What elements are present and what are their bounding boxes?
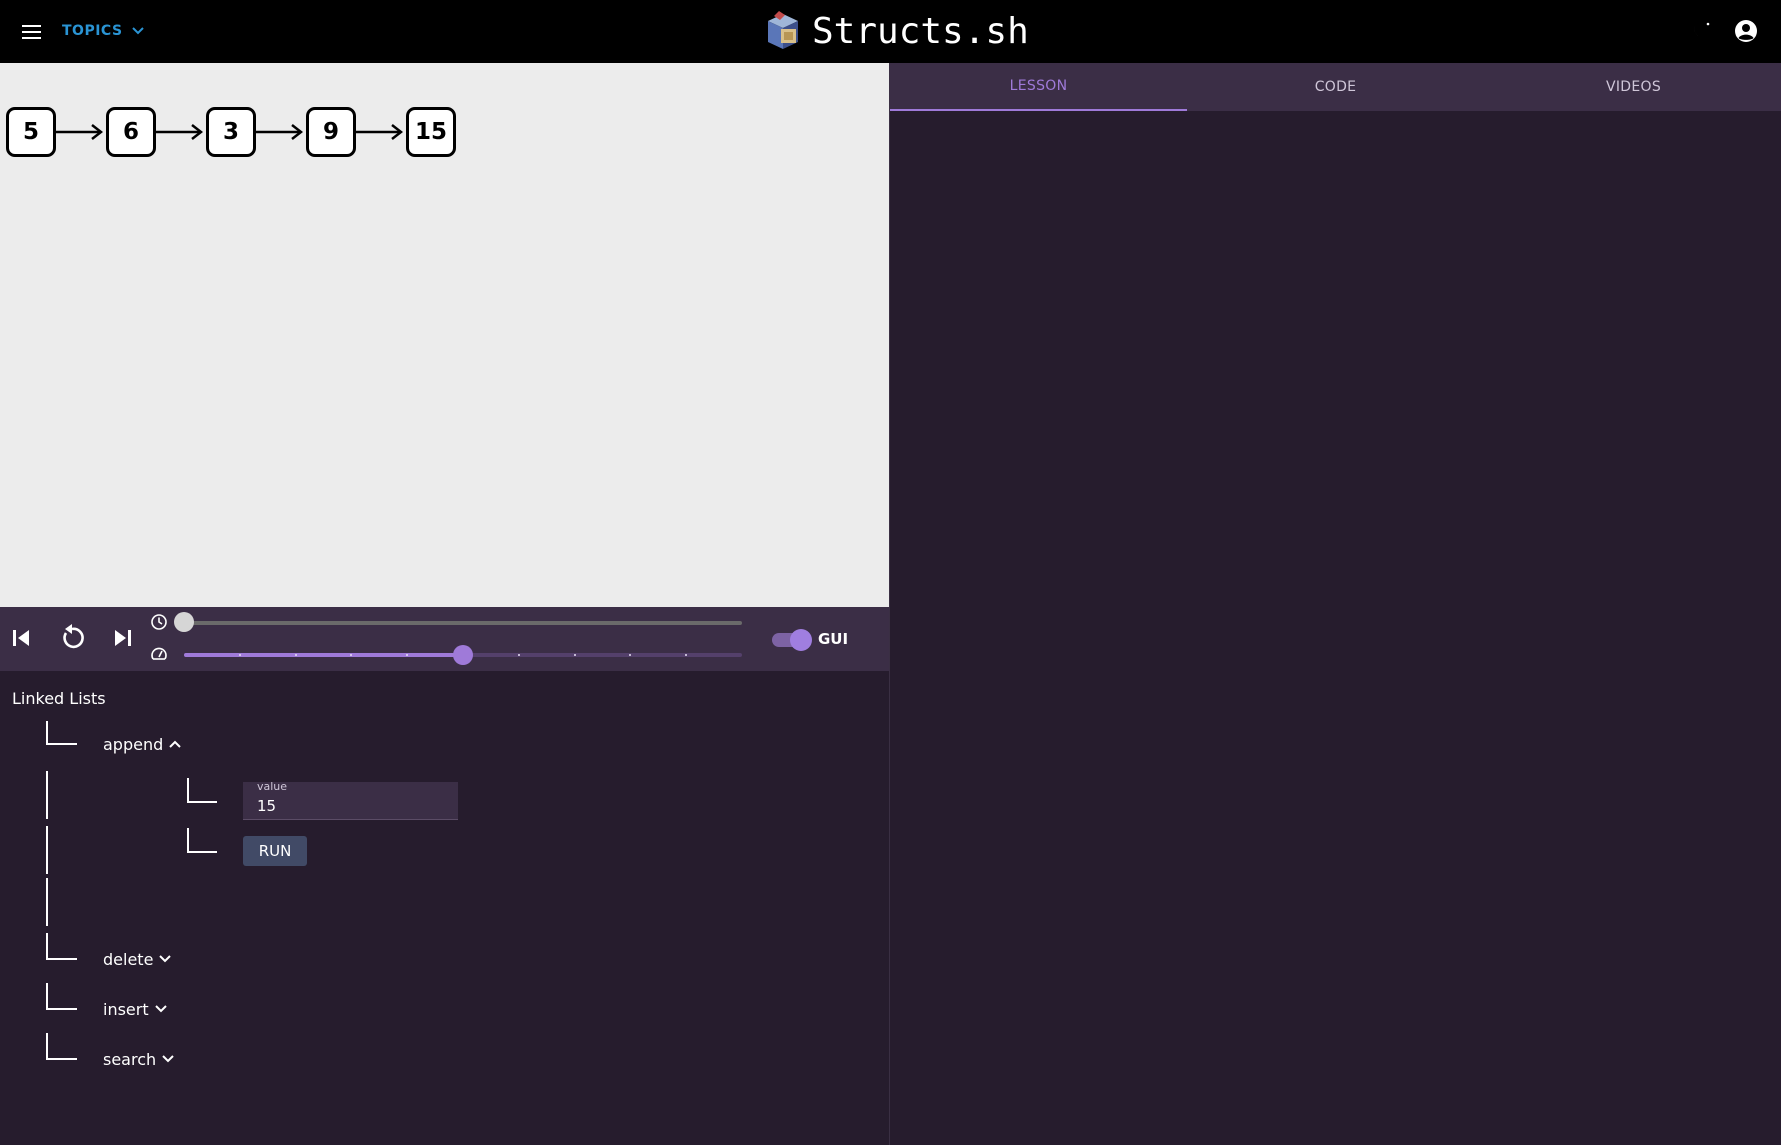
replay-button[interactable] [55,621,89,655]
next-pointer-arrow [256,124,303,140]
gui-toggle-label: GUI [818,630,849,648]
operation-label: insert [103,999,149,1019]
tree-branch-line [46,1008,77,1010]
topics-dropdown-button[interactable]: TOPICS [62,21,144,41]
chevron-down-icon [154,1005,167,1013]
gui-toggle-switch[interactable] [772,629,812,651]
operations-tree: Linked Lists append value RUN delete ins… [0,671,889,1145]
brand-title: Structs.sh [812,10,1029,52]
next-pointer-arrow [356,124,403,140]
list-node: 9 [306,107,356,157]
tree-branch-line [46,878,48,926]
speed-slider-fill [184,653,463,657]
gui-toggle-knob [790,629,812,651]
tree-branch-line [187,778,189,802]
hamburger-menu-icon [22,25,41,39]
operation-label: delete [103,949,154,969]
tree-branch-line [187,801,217,803]
dark-mode-icon [1694,22,1710,38]
operation-append[interactable]: append [103,733,181,755]
tab-lesson[interactable]: LESSON [890,63,1187,111]
operation-delete[interactable]: delete [103,948,172,970]
step-back-button[interactable] [4,621,38,655]
clock-icon [151,614,167,630]
list-node: 6 [106,107,156,157]
tab-code[interactable]: CODE [1187,63,1484,111]
list-node: 3 [206,107,256,157]
value-field[interactable]: value [243,780,458,820]
speed-slider-tick [294,654,297,656]
timeline-slider-thumb[interactable] [174,612,194,632]
next-pointer-arrow [56,124,103,140]
panel-tabs: LESSON CODE VIDEOS [890,63,1781,111]
brand[interactable]: Structs.sh [764,6,1029,56]
next-pointer-arrow [156,124,203,140]
tree-branch-line [46,1058,77,1060]
step-forward-button[interactable] [106,621,140,655]
replay-icon [63,624,84,649]
top-app-bar: TOPICS Structs.sh [0,0,1781,64]
tree-branch-line [46,983,48,1009]
tree-title: Linked Lists [12,689,106,708]
tree-branch-line [46,743,77,745]
account-button[interactable] [1733,18,1759,44]
speed-slider-tick [238,654,241,656]
menu-button[interactable] [18,18,46,46]
tree-branch-line [46,826,48,874]
chevron-down-icon [162,1055,174,1063]
tree-branch-line [46,958,77,960]
visualizer-canvas[interactable]: 5 6 3 9 15 [0,63,889,607]
skip-previous-icon [13,630,29,646]
right-panel: LESSON CODE VIDEOS [889,63,1781,1145]
structs-logo-icon [768,11,798,49]
speed-slider-tick [517,654,520,656]
tree-branch-line [46,1033,48,1059]
list-node: 5 [6,107,56,157]
operation-search[interactable]: search [103,1048,174,1070]
topics-label: TOPICS [62,23,123,39]
speed-slider-thumb[interactable] [453,645,473,665]
skip-next-icon [115,630,131,646]
tree-branch-line [187,851,217,853]
tree-branch-line [46,771,48,819]
tab-videos[interactable]: VIDEOS [1485,63,1781,111]
operation-label: search [103,1049,157,1069]
lesson-content [890,111,1781,1145]
chevron-up-icon [169,740,181,748]
tree-branch-line [46,933,48,959]
timeline-slider-track[interactable] [184,621,742,625]
run-button[interactable]: RUN [243,836,307,866]
chevron-down-icon [159,955,172,963]
operation-insert[interactable]: insert [103,998,167,1020]
value-input[interactable] [257,796,447,816]
playback-controls: GUI [0,607,889,671]
speed-icon [151,647,167,660]
value-field-label: value [257,780,288,793]
chevron-down-icon [131,27,144,35]
list-node: 15 [406,107,456,157]
tree-branch-line [187,828,189,852]
operation-label: append [103,734,164,754]
tree-branch-line [46,721,48,744]
account-circle-icon [1735,20,1757,42]
theme-toggle-button[interactable] [1688,18,1714,44]
speed-slider-tick [573,654,576,656]
